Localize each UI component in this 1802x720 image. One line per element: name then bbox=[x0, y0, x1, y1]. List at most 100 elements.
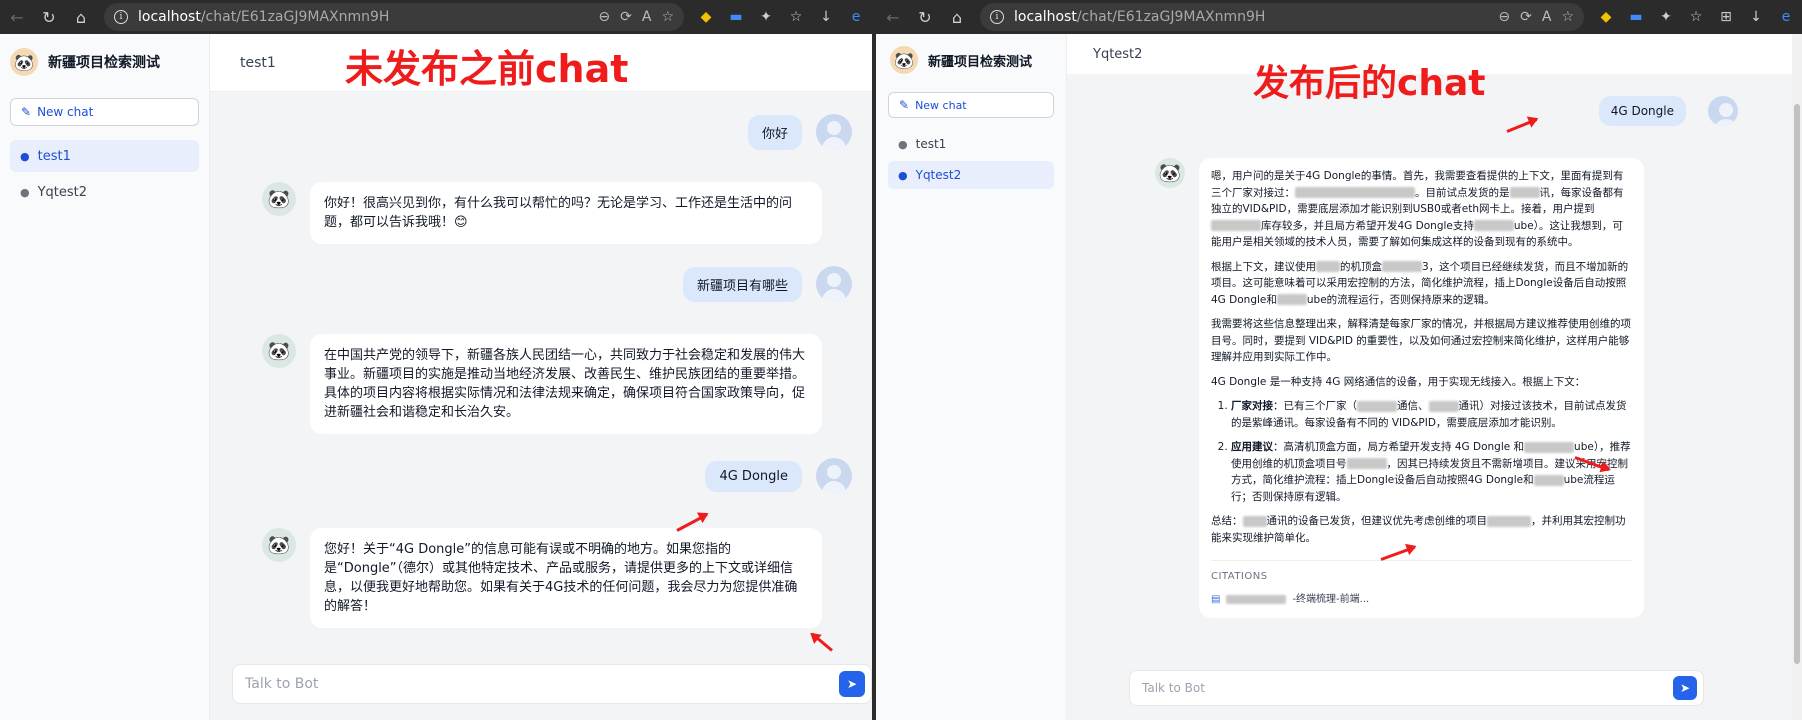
sidebar: 🐼 新疆项目检索测试 ✎ New chat ● test1 ● Yqtest2 bbox=[0, 34, 210, 720]
sidebar-item-label: test1 bbox=[915, 137, 947, 151]
extension-icon[interactable]: ▬ bbox=[1628, 9, 1644, 25]
citation-link[interactable]: ▤ -终端梳理-前端... bbox=[1211, 592, 1632, 609]
address-bar[interactable]: i localhost/chat/E61zaGJ9MAXnmn9H ⊖ ⟳ A … bbox=[104, 3, 684, 31]
chat-title: test1 bbox=[240, 54, 276, 71]
refresh-icon[interactable]: ↻ bbox=[40, 8, 58, 27]
favorites-icon[interactable]: ☆ bbox=[788, 9, 804, 25]
answer-paragraph: 我需要将这些信息整理出来，解释清楚每家厂家的情况，并根据局方建议推荐使用创维的项… bbox=[1211, 318, 1631, 363]
sidebar-item-label: test1 bbox=[37, 148, 71, 164]
message-input-placeholder: Talk to Bot bbox=[245, 676, 319, 692]
chat-app: 🐼 新疆项目检索测试 ✎ New chat ● test1 ● Yqtest2 … bbox=[0, 34, 872, 720]
edit-icon: ✎ bbox=[21, 105, 32, 119]
brand-name: 新疆项目检索测试 bbox=[48, 55, 160, 71]
user-message: 4G Dongle bbox=[705, 458, 852, 494]
bot-avatar: 🐼 bbox=[1155, 158, 1185, 188]
left-browser-window: ← ↻ ⌂ i localhost/chat/E61zaGJ9MAXnmn9H … bbox=[0, 0, 872, 720]
collections-icon[interactable]: ⊞ bbox=[1718, 9, 1734, 25]
back-icon[interactable]: ← bbox=[884, 8, 902, 27]
citation-title: -终端梳理-前端... bbox=[1292, 593, 1370, 605]
chat-main: Yqtest2 发布后的chat 4G Dongle 🐼 嗯，用户问的是关于4G… bbox=[1067, 34, 1802, 720]
bot-logo-icon: 🐼 bbox=[10, 48, 38, 76]
site-info-icon[interactable]: i bbox=[114, 10, 128, 24]
document-icon: ▤ bbox=[1211, 593, 1221, 605]
sidebar-item-yqtest2[interactable]: ● Yqtest2 bbox=[10, 176, 199, 208]
message-input[interactable]: Talk to Bot ➤ bbox=[232, 664, 872, 704]
download-icon[interactable]: ↓ bbox=[1748, 9, 1764, 25]
brand: 🐼 新疆项目检索测试 bbox=[0, 34, 209, 90]
scrollbar-thumb[interactable] bbox=[1794, 104, 1800, 664]
bot-message: 🐼 您好！关于“4G Dongle”的信息可能有误或不明确的地方。如果您指的是“… bbox=[262, 528, 822, 628]
user-message-bubble: 你好 bbox=[747, 114, 802, 150]
answer-paragraph: 4G Dongle 是一种支持 4G 网络通信的设备，用于实现无线接入。根据上下… bbox=[1211, 375, 1586, 388]
bot-avatar: 🐼 bbox=[262, 528, 296, 562]
citations-label: CITATIONS bbox=[1211, 560, 1632, 586]
bot-message: 🐼 你好！很高兴见到你，有什么我可以帮忙的吗？无论是学习、工作还是生活中的问题，… bbox=[262, 182, 822, 244]
extension-icon[interactable]: ◆ bbox=[698, 9, 714, 25]
extension-icon[interactable]: ▬ bbox=[728, 9, 744, 25]
new-chat-label: New chat bbox=[37, 105, 94, 119]
send-button[interactable]: ➤ bbox=[1673, 676, 1697, 700]
user-avatar bbox=[1708, 96, 1738, 126]
answer-list-item: 应用建议：高清机顶盒方面，局方希望开发支持 4G Dongle 和ube），推荐… bbox=[1231, 439, 1632, 505]
favorite-star-icon[interactable]: ☆ bbox=[1561, 9, 1574, 25]
chat-bubble-icon: ● bbox=[898, 168, 908, 182]
favorite-star-icon[interactable]: ☆ bbox=[661, 9, 674, 25]
home-icon[interactable]: ⌂ bbox=[948, 8, 966, 27]
bot-message: 🐼 嗯，用户问的是关于4G Dongle的事情。首先，我需要查看提供的上下文，里… bbox=[1155, 158, 1700, 618]
bot-message: 🐼 在中国共产党的领导下，新疆各族人民团结一心，共同致力于社会稳定和发展的伟大事… bbox=[262, 334, 822, 434]
url-text: localhost/chat/E61zaGJ9MAXnmn9H bbox=[138, 9, 390, 25]
answer-list-item: 厂家对接：已有三个厂家（通信、通讯）对接过该技术，目前试点发货的是紫峰通讯。每家… bbox=[1231, 398, 1632, 431]
user-message-bubble: 新疆项目有哪些 bbox=[682, 266, 802, 302]
user-message: 你好 bbox=[747, 114, 852, 150]
zoom-icon[interactable]: ⊖ bbox=[598, 9, 610, 25]
zoom-icon[interactable]: ⊖ bbox=[1498, 9, 1510, 25]
bot-message-bubble: 您好！关于“4G Dongle”的信息可能有误或不明确的地方。如果您指的是“Do… bbox=[310, 528, 822, 628]
chat-bubble-icon: ● bbox=[20, 185, 30, 199]
bot-message-bubble: 你好！很高兴见到你，有什么我可以帮忙的吗？无论是学习、工作还是生活中的问题，都可… bbox=[310, 182, 822, 244]
sidebar-item-test1[interactable]: ● test1 bbox=[10, 140, 199, 172]
annotation-label: 发布后的chat bbox=[1253, 63, 1486, 104]
sidebar-item-label: Yqtest2 bbox=[37, 184, 88, 200]
edit-icon: ✎ bbox=[899, 98, 910, 112]
message-input[interactable]: Talk to Bot ➤ bbox=[1129, 670, 1704, 706]
refresh-icon[interactable]: ↻ bbox=[916, 8, 934, 27]
bot-message-bubble: 在中国共产党的领导下，新疆各族人民团结一心，共同致力于社会稳定和发展的伟大事业。… bbox=[310, 334, 822, 434]
browser-toolbar: ← ↻ ⌂ i localhost/chat/E61zaGJ9MAXnmn9H … bbox=[876, 0, 1802, 34]
answer-list: 厂家对接：已有三个厂家（通信、通讯）对接过该技术，目前试点发货的是紫峰通讯。每家… bbox=[1211, 398, 1632, 505]
read-aloud-icon[interactable]: A bbox=[1542, 9, 1552, 25]
annotation-arrow bbox=[811, 632, 833, 652]
download-icon[interactable]: ↓ bbox=[818, 9, 834, 25]
site-info-icon[interactable]: i bbox=[990, 10, 1004, 24]
extensions-puzzle-icon[interactable]: ✦ bbox=[1658, 9, 1674, 25]
brand-name: 新疆项目检索测试 bbox=[928, 54, 1033, 70]
home-icon[interactable]: ⌂ bbox=[72, 8, 90, 27]
browser-toolbar: ← ↻ ⌂ i localhost/chat/E61zaGJ9MAXnmn9H … bbox=[0, 0, 872, 34]
read-aloud-icon[interactable]: A bbox=[642, 9, 652, 25]
new-chat-button[interactable]: ✎ New chat bbox=[10, 98, 199, 126]
send-button[interactable]: ➤ bbox=[839, 671, 865, 697]
sidebar-item-yqtest2[interactable]: ● Yqtest2 bbox=[888, 161, 1054, 189]
user-avatar bbox=[816, 458, 852, 494]
address-bar[interactable]: i localhost/chat/E61zaGJ9MAXnmn9H ⊖ ⟳ A … bbox=[980, 3, 1584, 31]
extension-icon[interactable]: ◆ bbox=[1598, 9, 1614, 25]
back-icon[interactable]: ← bbox=[8, 8, 26, 27]
bot-answer-bubble: 嗯，用户问的是关于4G Dongle的事情。首先，我需要查看提供的上下文，里面有… bbox=[1199, 158, 1644, 618]
bot-logo-icon: 🐼 bbox=[890, 46, 918, 74]
edge-icon[interactable]: e bbox=[1778, 9, 1794, 25]
favorites-icon[interactable]: ☆ bbox=[1688, 9, 1704, 25]
translate-icon[interactable]: ⟳ bbox=[620, 9, 632, 25]
new-chat-button[interactable]: ✎ New chat bbox=[888, 92, 1054, 118]
extensions-puzzle-icon[interactable]: ✦ bbox=[758, 9, 774, 25]
chat-bubble-icon: ● bbox=[20, 149, 30, 163]
edge-icon[interactable]: e bbox=[848, 9, 864, 25]
new-chat-label: New chat bbox=[915, 98, 967, 112]
chat-title: Yqtest2 bbox=[1093, 46, 1143, 62]
chat-header: test1 未发布之前chat bbox=[210, 34, 872, 92]
user-avatar bbox=[816, 114, 852, 150]
url-text: localhost/chat/E61zaGJ9MAXnmn9H bbox=[1014, 9, 1266, 25]
scrollbar[interactable] bbox=[1792, 34, 1802, 720]
translate-icon[interactable]: ⟳ bbox=[1520, 9, 1532, 25]
sidebar: 🐼 新疆项目检索测试 ✎ New chat ● test1 ● Yqtest2 bbox=[876, 34, 1067, 720]
answer-summary: 总结： 通讯的设备已发货，但建议优先考虑创维的项目 ，并利用其宏控制功能来实现维护简… bbox=[1211, 515, 1626, 544]
sidebar-item-test1[interactable]: ● test1 bbox=[888, 130, 1054, 158]
